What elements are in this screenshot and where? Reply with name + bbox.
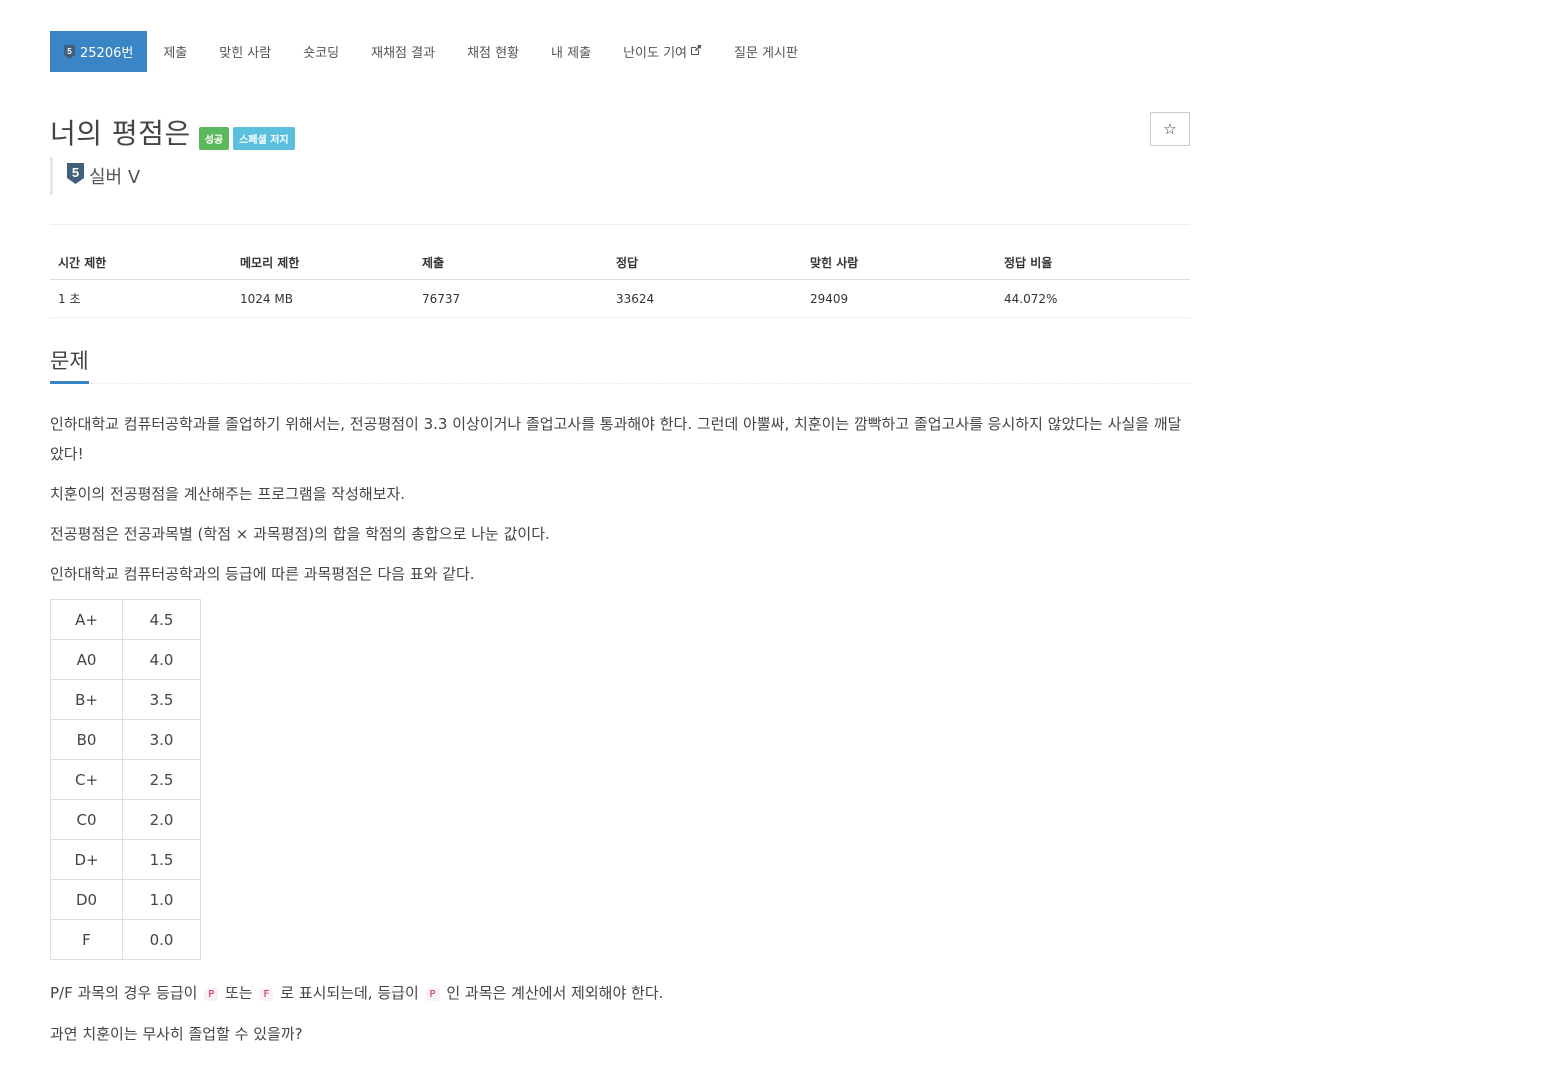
code-f: F [259,988,274,1001]
grade-row: F 0.0 [50,919,201,960]
section-heading-text: 문제 [50,346,89,384]
grade-point-cell: 4.5 [122,599,201,640]
value-accepted-users: 29409 [802,279,996,318]
nav-accepted-users[interactable]: 맞힌 사람 [203,31,287,72]
problem-title: 너의 평점은 [50,117,191,150]
description-paragraph-6: 과연 치훈이는 무사히 졸업할 수 있을까? [50,1025,303,1043]
problem-info-table: 시간 제한 메모리 제한 제출 정답 맞힌 사람 정답 비율 1 초 1024 … [50,244,1190,318]
grade-point-cell: 1.5 [122,839,201,880]
nav-judge-status[interactable]: 채점 현황 [451,31,535,72]
grade-row: D0 1.0 [50,879,201,920]
grade-row: A+ 4.5 [50,599,201,640]
nav-submit[interactable]: 제출 [147,31,203,72]
grade-row: A0 4.0 [50,639,201,680]
grade-cell: D+ [50,839,123,880]
problem-title-row: 너의 평점은 성공 스페셜 저지 [50,112,295,152]
grade-point-cell: 0.0 [122,919,201,960]
grade-row: D+ 1.5 [50,839,201,880]
value-memory-limit: 1024 MB [232,279,414,318]
value-accept-ratio: 44.072% [996,279,1190,318]
grade-cell: A0 [50,639,123,680]
description-paragraph-1: 인하대학교 컴퓨터공학과를 졸업하기 위해서는, 전공평점이 3.3 이상이거나… [50,415,1182,463]
problem-nav: 5 25206번 제출 맞힌 사람 숏코딩 재채점 결과 채점 현황 내 제출 … [50,31,814,72]
value-submissions: 76737 [414,279,608,318]
grade-cell: F [50,919,123,960]
header-time-limit: 시간 제한 [50,244,232,280]
nav-problem-id[interactable]: 5 25206번 [50,31,148,72]
description-paragraph-4: 인하대학교 컴퓨터공학과의 등급에 따른 과목평점은 다음 표와 같다. [50,565,475,583]
pf-text-a: P/F 과목의 경우 등급이 [50,984,198,1002]
tier-badge-number: 5 [67,47,72,56]
nav-difficulty-label: 난이도 기여 [623,46,687,61]
code-p-2: P [425,988,440,1001]
value-accepted: 33624 [608,279,802,318]
header-submissions: 제출 [414,244,608,280]
nav-problem-id-label: 25206번 [80,46,134,61]
grade-row: B0 3.0 [50,719,201,760]
tier-name: 실버 V [89,167,141,188]
grade-cell: B0 [50,719,123,760]
value-time-limit: 1 초 [50,279,232,318]
grade-cell: C0 [50,799,123,840]
grade-row: C0 2.0 [50,799,201,840]
header-memory-limit: 메모리 제한 [232,244,414,280]
grade-cell: C+ [50,759,123,800]
code-p-1: P [204,988,219,1001]
description-paragraph-2: 치훈이의 전공평점을 계산해주는 프로그램을 작성해보자. [50,485,406,503]
nav-rejudge-results[interactable]: 재채점 결과 [355,31,451,72]
problem-section-heading: 문제 [50,346,1190,384]
external-link-icon [690,44,702,59]
special-judge-label: 스페셜 저지 [233,126,295,150]
pf-text-c: 로 표시되는데, 등급이 [280,984,419,1002]
tier-number: 5 [72,165,79,180]
divider [50,224,1190,225]
grade-table: A+ 4.5 A0 4.0 B+ 3.5 B0 3.0 C+ 2.5 C0 2.0 D+ 1.5 D0 1.0… [50,599,201,960]
grade-cell: A+ [50,599,123,640]
grade-cell: D0 [50,879,123,920]
nav-qna-board[interactable]: 질문 게시판 [718,31,814,72]
nav-short-coding[interactable]: 숏코딩 [287,31,355,72]
pf-text-b: 또는 [225,984,253,1002]
grade-point-cell: 4.0 [122,639,201,680]
description-paragraph-3: 전공평점은 전공과목별 (학점 × 과목평점)의 합을 학점의 총합으로 나눈 … [50,525,550,543]
grade-point-cell: 2.5 [122,759,201,800]
problem-tier: 5 실버 V [50,157,140,195]
info-header-row: 시간 제한 메모리 제한 제출 정답 맞힌 사람 정답 비율 [50,244,1190,280]
success-label: 성공 [198,126,230,150]
nav-my-submissions[interactable]: 내 제출 [535,31,607,72]
nav-difficulty-contribution[interactable]: 난이도 기여 [607,31,718,72]
header-accepted-users: 맞힌 사람 [802,244,996,280]
header-accept-ratio: 정답 비율 [996,244,1190,280]
grade-row: C+ 2.5 [50,759,201,800]
grade-row: B+ 3.5 [50,679,201,720]
description-paragraph-5: P/F 과목의 경우 등급이 P 또는 F 로 표시되는데, 등급이 P 인 과… [50,978,1190,1010]
silver-tier-icon: 5 [64,44,75,59]
grade-cell: B+ [50,679,123,720]
star-icon: ☆ [1163,120,1177,138]
grade-point-cell: 2.0 [122,799,201,840]
grade-point-cell: 3.5 [122,679,201,720]
header-accepted: 정답 [608,244,802,280]
silver-5-tier-icon: 5 [67,163,84,189]
grade-point-cell: 1.0 [122,879,201,920]
pf-text-d: 인 과목은 계산에서 제외해야 한다. [446,984,664,1002]
grade-point-cell: 3.0 [122,719,201,760]
info-value-row: 1 초 1024 MB 76737 33624 29409 44.072% [50,279,1190,318]
star-button[interactable]: ☆ [1150,112,1190,146]
